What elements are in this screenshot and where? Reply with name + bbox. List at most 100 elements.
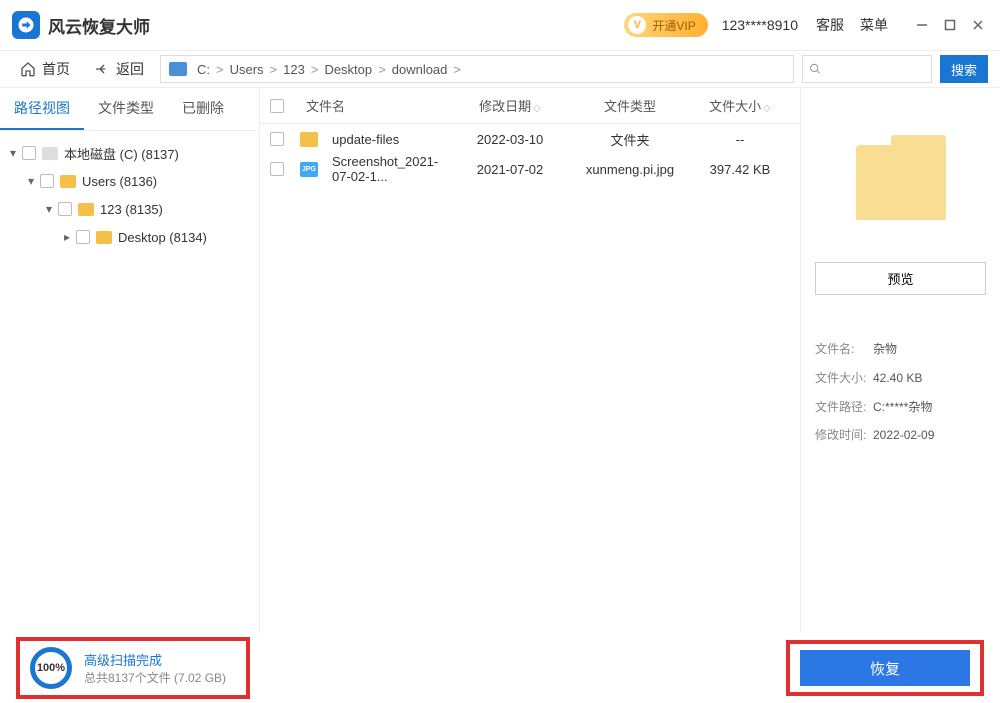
- grid-header: 文件名 修改日期◇ 文件类型 文件大小◇: [260, 88, 800, 124]
- footer: 100% 高级扫描完成 总共8137个文件 (7.02 GB) 恢复: [0, 633, 1000, 703]
- minimize-button[interactable]: [912, 15, 932, 35]
- meta-size-value: 42.40 KB: [873, 364, 986, 393]
- table-row[interactable]: update-files2022-03-10文件夹--: [260, 124, 800, 154]
- tab-path-view[interactable]: 路径视图: [0, 88, 84, 130]
- breadcrumb-segment[interactable]: Users: [230, 62, 264, 77]
- toolbar: 首页 返回 C:>Users>123>Desktop>download> 搜索: [0, 50, 1000, 88]
- folder-icon: [300, 132, 318, 147]
- row-checkbox[interactable]: [270, 132, 284, 146]
- meta-size-key: 文件大小:: [815, 364, 873, 393]
- app-title: 风云恢复大师: [48, 13, 150, 38]
- meta-date-value: 2022-02-09: [873, 421, 986, 450]
- tree-checkbox[interactable]: [22, 146, 36, 160]
- menu-link[interactable]: 菜单: [860, 15, 888, 35]
- tree-checkbox[interactable]: [40, 174, 54, 188]
- scan-summary: 总共8137个文件 (7.02 GB): [84, 669, 226, 686]
- recover-button[interactable]: 恢复: [800, 650, 970, 686]
- cell-size: --: [690, 132, 790, 147]
- breadcrumb-segment[interactable]: C:: [197, 62, 210, 77]
- caret-icon[interactable]: ▾: [24, 174, 38, 188]
- progress-ring: 100%: [30, 647, 72, 689]
- table-row[interactable]: JPG Screenshot_2021-07-02-1...2021-07-02x…: [260, 154, 800, 184]
- header-name[interactable]: 文件名: [300, 96, 450, 115]
- vip-button[interactable]: V 开通VIP: [624, 13, 707, 37]
- chevron-right-icon: >: [378, 62, 386, 77]
- home-icon: [20, 61, 36, 77]
- titlebar: 风云恢复大师 V 开通VIP 123****8910 客服 菜单: [0, 0, 1000, 50]
- cell-type: 文件夹: [570, 130, 690, 149]
- tree-checkbox[interactable]: [58, 202, 72, 216]
- vip-icon: V: [628, 16, 646, 34]
- breadcrumb-segment[interactable]: download: [392, 62, 448, 77]
- tree-checkbox[interactable]: [76, 230, 90, 244]
- breadcrumb-segment[interactable]: Desktop: [324, 62, 372, 77]
- cell-date: 2021-07-02: [450, 162, 570, 177]
- sidebar-tabs: 路径视图 文件类型 已删除: [0, 88, 259, 131]
- home-label: 首页: [42, 59, 70, 79]
- sort-icon: ◇: [763, 103, 771, 114]
- folder-tree: ▾ 本地磁盘 (C) (8137) ▾ Users (8136) ▾123 (8135)…: [0, 131, 259, 259]
- disk-icon: [42, 147, 58, 160]
- app-logo: [12, 11, 40, 39]
- header-date[interactable]: 修改日期◇: [450, 96, 570, 115]
- meta-name-value: 杂物: [873, 335, 986, 364]
- back-label: 返回: [116, 59, 144, 79]
- tab-file-type[interactable]: 文件类型: [84, 88, 168, 130]
- scan-status: 高级扫描完成: [84, 650, 226, 669]
- preview-panel: 预览 文件名:杂物 文件大小:42.40 KB 文件路径:C:*****杂物 修…: [800, 88, 1000, 633]
- caret-icon[interactable]: ▾: [6, 146, 20, 160]
- back-icon: [94, 61, 110, 77]
- chevron-right-icon: >: [216, 62, 224, 77]
- sort-icon: ◇: [533, 103, 541, 114]
- support-link[interactable]: 客服: [816, 15, 844, 35]
- meta-path-value: C:*****杂物: [873, 393, 986, 422]
- tree-item[interactable]: ▾123 (8135): [6, 195, 253, 223]
- cell-name: Screenshot_2021-07-02-1...: [326, 154, 450, 184]
- vip-label: 开通VIP: [652, 17, 695, 34]
- close-button[interactable]: [968, 15, 988, 35]
- select-all-checkbox[interactable]: [270, 99, 284, 113]
- file-meta: 文件名:杂物 文件大小:42.40 KB 文件路径:C:*****杂物 修改时间…: [815, 335, 986, 450]
- cell-type: xunmeng.pi.jpg: [570, 162, 690, 177]
- file-grid: 文件名 修改日期◇ 文件类型 文件大小◇ update-files2022-03…: [260, 88, 800, 633]
- header-size[interactable]: 文件大小◇: [690, 96, 790, 115]
- search-button[interactable]: 搜索: [940, 55, 988, 83]
- caret-icon[interactable]: ▾: [42, 202, 56, 216]
- row-checkbox[interactable]: [270, 162, 284, 176]
- chevron-right-icon: >: [453, 62, 461, 77]
- home-button[interactable]: 首页: [12, 55, 78, 83]
- sidebar: 路径视图 文件类型 已删除 ▾ 本地磁盘 (C) (8137) ▾ Users (81…: [0, 88, 260, 633]
- cell-size: 397.42 KB: [690, 162, 790, 177]
- back-button[interactable]: 返回: [86, 55, 152, 83]
- breadcrumb[interactable]: C:>Users>123>Desktop>download>: [160, 55, 794, 83]
- tree-item[interactable]: ▾ 本地磁盘 (C) (8137): [6, 139, 253, 167]
- preview-thumbnail: [815, 102, 986, 262]
- tree-label: 本地磁盘 (C) (8137): [64, 144, 179, 163]
- cell-date: 2022-03-10: [450, 132, 570, 147]
- meta-path-key: 文件路径:: [815, 393, 873, 422]
- preview-button[interactable]: 预览: [815, 262, 986, 295]
- chevron-right-icon: >: [311, 62, 319, 77]
- search-input[interactable]: [822, 62, 926, 77]
- tab-deleted[interactable]: 已删除: [168, 88, 238, 130]
- user-id[interactable]: 123****8910: [722, 17, 798, 33]
- folder-icon: [78, 203, 94, 216]
- breadcrumb-segment[interactable]: 123: [283, 62, 305, 77]
- folder-icon: [856, 145, 946, 220]
- scan-status-box: 100% 高级扫描完成 总共8137个文件 (7.02 GB): [16, 637, 250, 699]
- tree-item[interactable]: ▸ Desktop (8134): [6, 223, 253, 251]
- folder-icon: [96, 231, 112, 244]
- folder-icon: [60, 175, 76, 188]
- meta-name-key: 文件名:: [815, 335, 873, 364]
- maximize-button[interactable]: [940, 15, 960, 35]
- search-icon: [809, 62, 822, 76]
- header-type[interactable]: 文件类型: [570, 96, 690, 115]
- tree-label: Desktop (8134): [118, 230, 207, 245]
- caret-icon[interactable]: ▸: [60, 230, 74, 244]
- jpg-icon: JPG: [300, 162, 318, 177]
- disk-icon: [169, 62, 187, 76]
- search-box[interactable]: [802, 55, 932, 83]
- cell-name: update-files: [326, 132, 450, 147]
- tree-label: Users (8136): [82, 174, 157, 189]
- tree-item[interactable]: ▾ Users (8136): [6, 167, 253, 195]
